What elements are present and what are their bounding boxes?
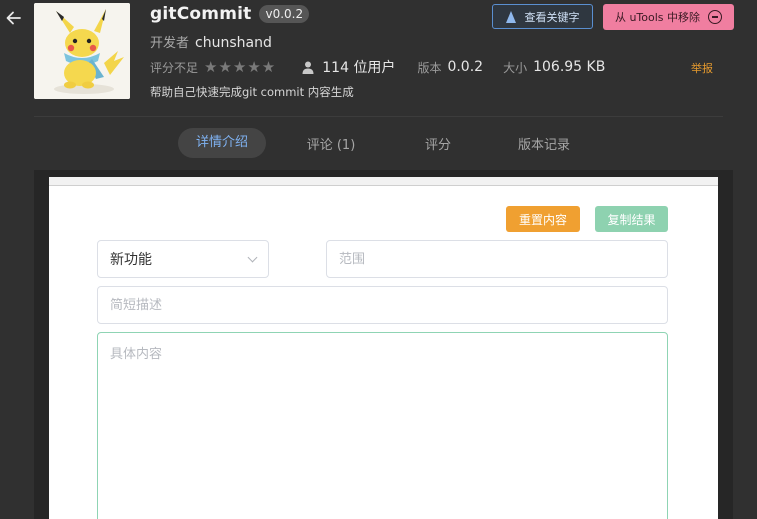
view-keywords-label: 查看关键字	[524, 10, 580, 24]
keywords-triangle-icon	[505, 10, 516, 23]
scope-input[interactable]	[326, 240, 668, 278]
reset-content-button[interactable]: 重置内容	[506, 206, 580, 232]
body-textarea[interactable]	[97, 332, 668, 519]
version-label: 版本	[417, 60, 442, 75]
header-divider	[34, 116, 723, 117]
commit-type-value: 新功能	[110, 252, 152, 268]
tab-version-history[interactable]: 版本记录	[516, 134, 572, 153]
view-keywords-button[interactable]: 查看关键字	[492, 4, 593, 29]
tab-bar: 详情介绍 评论 (1) 评分 版本记录	[178, 128, 572, 158]
rating-label: 评分不足	[150, 60, 199, 75]
pikachu-illustration-icon	[34, 3, 130, 99]
minus-circle-icon	[708, 10, 723, 24]
tab-comments[interactable]: 评论 (1)	[306, 134, 356, 153]
plugin-description: 帮助自己快速完成git commit 内容生成	[150, 85, 354, 99]
copy-result-button[interactable]: 复制结果	[595, 206, 668, 232]
version-badge: v0.0.2	[259, 5, 310, 23]
developer-name: chunshand	[195, 35, 272, 51]
tab-rating[interactable]: 评分	[424, 134, 452, 153]
size-value: 106.95 KB	[533, 59, 606, 75]
report-link[interactable]: 举报	[691, 60, 713, 76]
meta-row: 评分不足 ★★★★★ 114 位用户 版本 0.0.2 大小 106.95 KB	[150, 58, 605, 76]
plugin-thumbnail	[34, 3, 130, 99]
tab-details[interactable]: 详情介绍	[178, 128, 266, 158]
rating-stars: ★★★★★	[204, 58, 277, 76]
back-arrow-icon[interactable]	[4, 8, 24, 28]
user-count-value: 114 位用户	[322, 60, 396, 76]
app-title: gitCommit	[150, 4, 252, 24]
remove-plugin-label: 从 uTools 中移除	[614, 11, 701, 24]
size-label: 大小	[503, 60, 528, 75]
remove-plugin-button[interactable]: 从 uTools 中移除	[603, 4, 734, 30]
chevron-down-icon	[247, 252, 258, 263]
user-icon	[302, 61, 314, 74]
version-value: 0.0.2	[447, 59, 484, 75]
plugin-preview-panel: 重置内容 复制结果 新功能	[49, 177, 718, 519]
developer-row: 开发者 chunshand	[150, 32, 272, 51]
commit-type-select[interactable]: 新功能	[97, 240, 269, 278]
developer-label: 开发者	[150, 36, 190, 51]
summary-input[interactable]	[97, 286, 668, 324]
user-count: 114 位用户	[302, 57, 395, 77]
